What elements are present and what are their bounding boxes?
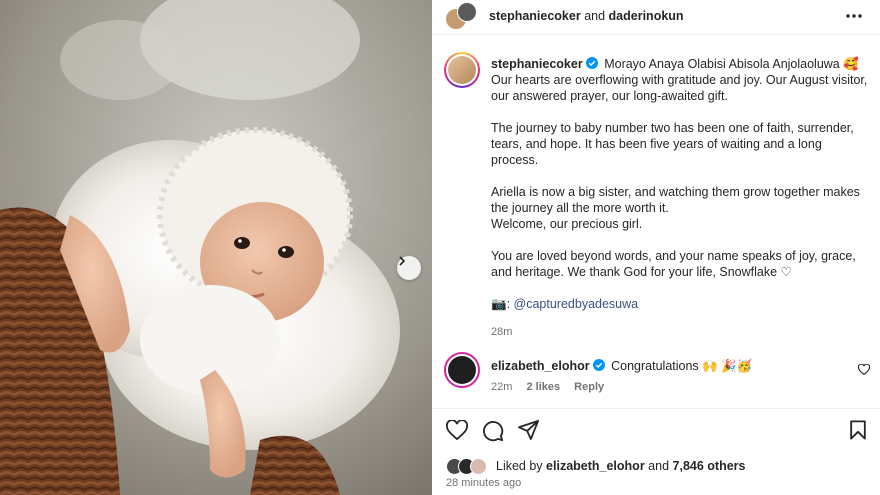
comment-username-link[interactable]: elizabeth_elohor — [491, 359, 590, 373]
heart-icon — [857, 363, 871, 376]
comment-button[interactable] — [482, 420, 504, 445]
post-header: stephaniecoker and daderinokun — [432, 0, 880, 32]
header-user1-link[interactable]: stephaniecoker — [489, 9, 581, 23]
verified-badge-icon — [592, 359, 605, 371]
divider — [432, 408, 880, 409]
next-photo-button[interactable] — [397, 256, 421, 280]
verified-badge-icon — [585, 57, 598, 69]
liker-username-link[interactable]: elizabeth_elohor — [546, 459, 645, 473]
liked-by-label: Liked by — [496, 459, 543, 473]
avatar[interactable] — [448, 56, 476, 84]
caption-paragraph: Welcome, our precious girl. — [491, 217, 643, 231]
avatar — [470, 458, 487, 475]
avatar[interactable] — [457, 2, 477, 22]
avatar[interactable] — [444, 352, 480, 388]
comment-icon — [483, 421, 504, 442]
camera-emoji: 📷: — [491, 297, 511, 311]
caption-paragraph: The journey to baby number two has been … — [491, 121, 854, 167]
header-usernames: stephaniecoker and daderinokun — [489, 9, 684, 23]
send-icon — [518, 420, 539, 440]
bookmark-icon — [850, 420, 866, 440]
share-button[interactable] — [518, 420, 540, 443]
comment-like-button[interactable] — [857, 363, 871, 378]
divider — [432, 34, 880, 35]
more-options-button[interactable] — [844, 8, 864, 24]
comment-likes-link[interactable]: 2 likes — [526, 381, 560, 393]
header-conj: and — [584, 9, 606, 23]
heart-icon — [446, 419, 468, 441]
story-ring[interactable] — [444, 52, 480, 88]
like-button[interactable] — [446, 419, 468, 443]
reply-button[interactable]: Reply — [574, 381, 604, 393]
comment-timestamp[interactable]: 22m — [491, 381, 512, 393]
likes-summary: Liked by elizabeth_elohor and 7,846 othe… — [446, 458, 745, 475]
header-user2-link[interactable]: daderinokun — [609, 9, 684, 23]
caption-timestamp[interactable]: 28m — [491, 324, 869, 340]
likes-text: Liked by elizabeth_elohor and 7,846 othe… — [496, 459, 745, 473]
chevron-right-icon — [399, 256, 406, 266]
save-button[interactable] — [849, 420, 867, 443]
collab-avatars[interactable] — [445, 2, 477, 30]
more-options-icon — [846, 14, 862, 18]
liker-avatars[interactable] — [446, 458, 494, 475]
post-timestamp[interactable]: 28 minutes ago — [446, 477, 521, 489]
caption-text: stephaniecoker Morayo Anaya Olabisi Abis… — [491, 56, 869, 340]
caption-line1-rest: Our hearts are overflowing with gratitud… — [491, 73, 868, 103]
post-side-panel: stephaniecoker and daderinokun stephanie… — [432, 0, 880, 495]
caption-username-link[interactable]: stephaniecoker — [491, 57, 583, 71]
comment-text: elizabeth_elohor Congratulations 🙌 🎉🥳 — [491, 359, 752, 374]
post-photo[interactable] — [0, 0, 432, 495]
comment-body: Congratulations 🙌 🎉🥳 — [611, 359, 753, 373]
action-bar — [432, 419, 880, 446]
caption-line1: Morayo Anaya Olabisi Abisola Anjolaoluwa… — [604, 57, 859, 71]
likes-count-link[interactable]: 7,846 others — [673, 459, 746, 473]
caption-paragraph: Ariella is now a big sister, and watchin… — [491, 185, 860, 215]
photographer-mention-link[interactable]: @capturedbyadesuwa — [514, 297, 639, 311]
comment-meta: 22m 2 likes Reply — [491, 381, 615, 393]
baby-photo-illustration — [0, 0, 432, 495]
caption-paragraph: You are loved beyond words, and your nam… — [491, 249, 856, 279]
likes-and-label: and — [648, 459, 670, 473]
